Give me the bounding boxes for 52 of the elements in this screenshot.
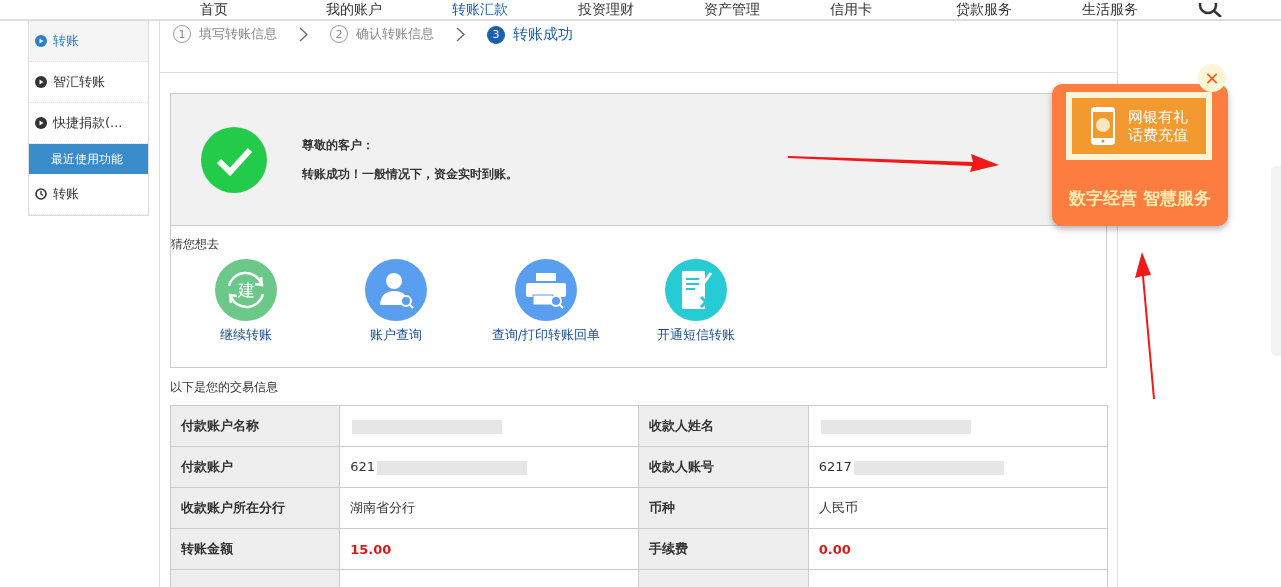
step-indicator: 1 填写转账信息 xyxy=(173,25,277,43)
nav-tab[interactable]: 我的账户 xyxy=(326,2,452,17)
search-icon[interactable] xyxy=(1198,3,1224,17)
field-label: 付款账户 xyxy=(170,446,340,488)
shortcut-link[interactable]: 查询/打印转账回单 xyxy=(491,326,601,344)
checkmark-icon xyxy=(201,126,267,193)
nav-tab[interactable]: 转账汇款 xyxy=(452,2,578,17)
field-label: 收款人账号 xyxy=(639,446,809,488)
field-label: 币种 xyxy=(639,487,809,529)
field-value: 0.00 xyxy=(808,528,1108,570)
sidebar-header: 最近使用功能 xyxy=(29,144,148,174)
success-message: 转账成功！一般情况下，资金实时到账。 xyxy=(302,165,518,183)
step-indicator: 3 转账成功 xyxy=(487,25,573,44)
field-label: 收款人姓名 xyxy=(639,405,809,447)
nav-tab[interactable]: 资产管理 xyxy=(704,2,830,17)
field-label: 转账金额 xyxy=(170,528,340,570)
section-title: 以下是您的交易信息 xyxy=(170,379,279,396)
chevron-icon xyxy=(299,27,308,42)
shortcut-link[interactable]: 继续转账 xyxy=(220,326,272,344)
document-tools-icon[interactable] xyxy=(665,259,727,321)
promo-text: 话费充值 xyxy=(1128,126,1188,144)
clock-icon xyxy=(35,188,47,200)
step-indicator: 2 确认转账信息 xyxy=(330,25,434,43)
section-title: 猜您想去 xyxy=(171,236,220,253)
shortcut-link[interactable]: 账户查询 xyxy=(370,326,422,344)
greeting-text: 尊敬的客户： xyxy=(302,136,375,154)
field-label: 手续费 xyxy=(639,528,809,570)
nav-tab[interactable]: 信用卡 xyxy=(830,2,956,17)
phone-icon xyxy=(1090,106,1116,146)
play-icon xyxy=(35,35,47,47)
user-search-icon[interactable] xyxy=(365,259,427,321)
nav-tab[interactable]: 生活服务 xyxy=(1082,2,1208,17)
shortcut-link[interactable]: 开通短信转账 xyxy=(657,326,735,344)
field-value: 人民币 xyxy=(808,487,1108,529)
sidebar-item[interactable]: 智汇转账 xyxy=(29,62,148,103)
field-value: 15.00 xyxy=(339,528,639,570)
field-label: 付款账户名称 xyxy=(170,405,340,447)
nav-tab[interactable]: 投资理财 xyxy=(578,2,704,17)
field-value: 湖南省分行 xyxy=(339,487,639,529)
nav-tab[interactable]: 首页 xyxy=(200,2,326,17)
promo-text: 网银有礼 xyxy=(1128,108,1188,126)
printer-icon[interactable] xyxy=(515,259,577,321)
field-value: 621 xyxy=(339,446,639,488)
play-icon xyxy=(35,76,47,88)
play-icon xyxy=(35,117,47,129)
sidebar-item[interactable]: 转账 xyxy=(29,174,148,215)
field-label: 收款账户所在分行 xyxy=(170,487,340,529)
sidebar-item[interactable]: 转账 xyxy=(29,21,148,62)
nav-tab[interactable]: 贷款服务 xyxy=(956,2,1082,17)
chevron-icon xyxy=(456,27,465,42)
promo-title: 数字经营 智慧服务 xyxy=(1068,187,1212,210)
field-value: 6217 xyxy=(808,446,1108,488)
